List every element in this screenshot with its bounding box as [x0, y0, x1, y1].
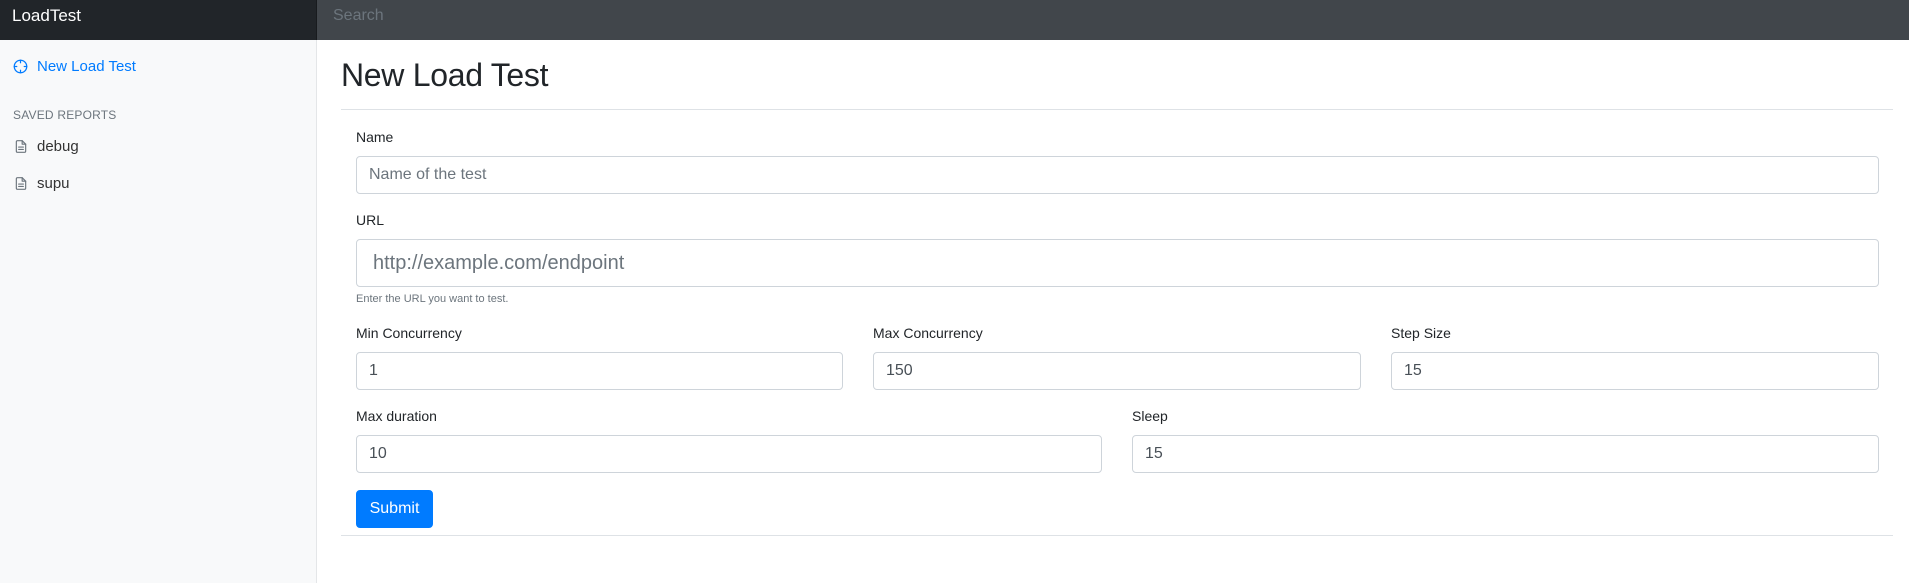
url-label: URL	[356, 212, 385, 228]
sleep-input[interactable]	[1132, 435, 1879, 473]
max-duration-input[interactable]	[356, 435, 1102, 473]
sidebar-item-label: supu	[37, 174, 70, 192]
name-input[interactable]	[356, 156, 1879, 194]
divider	[341, 535, 1893, 536]
brand-logo[interactable]: LoadTest	[0, 0, 317, 40]
sidebar-item-label: New Load Test	[37, 57, 136, 75]
sidebar-item-supu[interactable]: supu	[12, 171, 70, 195]
saved-reports-heading: SAVED REPORTS	[13, 108, 117, 122]
file-text-icon	[12, 175, 29, 192]
max-duration-label: Max duration	[356, 408, 437, 424]
url-input[interactable]	[356, 239, 1879, 287]
sidebar-item-label: debug	[37, 137, 79, 155]
min-concurrency-label: Min Concurrency	[356, 325, 462, 341]
sidebar: New Load Test SAVED REPORTS debug supu	[0, 40, 317, 583]
crosshair-icon	[12, 58, 29, 75]
sidebar-item-new-load-test[interactable]: New Load Test	[12, 54, 136, 78]
submit-button[interactable]: Submit	[356, 490, 433, 528]
search-input[interactable]	[317, 0, 1909, 40]
divider	[341, 109, 1893, 110]
name-label: Name	[356, 129, 394, 145]
max-concurrency-input[interactable]	[873, 352, 1361, 390]
page-title: New Load Test	[341, 57, 549, 93]
sleep-label: Sleep	[1132, 408, 1168, 424]
step-size-input[interactable]	[1391, 352, 1879, 390]
url-help-text: Enter the URL you want to test.	[356, 293, 509, 305]
max-concurrency-label: Max Concurrency	[873, 325, 983, 341]
min-concurrency-input[interactable]	[356, 352, 843, 390]
step-size-label: Step Size	[1391, 325, 1451, 341]
top-navbar: LoadTest	[0, 0, 1909, 40]
sidebar-item-debug[interactable]: debug	[12, 134, 79, 158]
file-text-icon	[12, 138, 29, 155]
